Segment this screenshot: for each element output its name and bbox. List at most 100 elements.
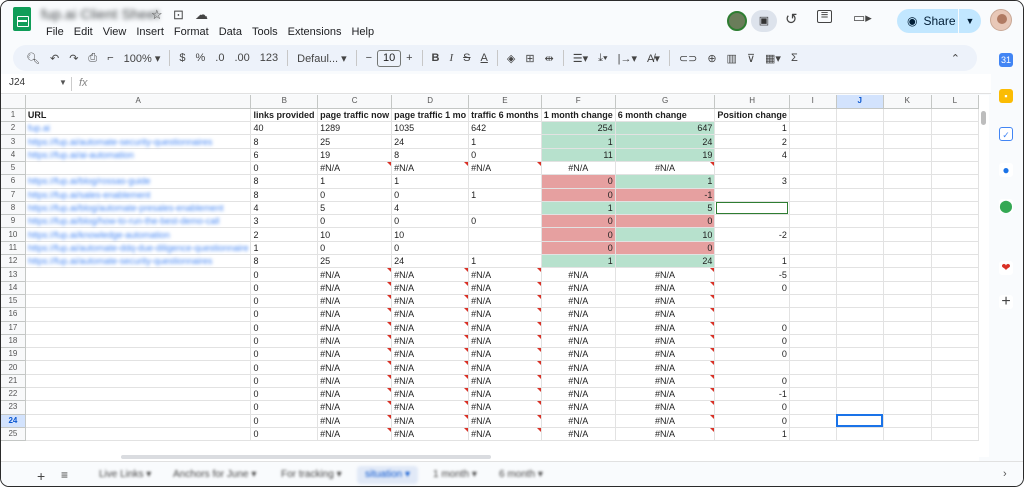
cell-l17[interactable] bbox=[931, 321, 979, 335]
cell-j20[interactable] bbox=[836, 360, 884, 375]
cell-f25[interactable]: #N/A bbox=[541, 427, 616, 442]
cell-l10[interactable] bbox=[931, 227, 979, 242]
row-header[interactable]: 7 bbox=[1, 188, 26, 202]
cell-l3[interactable] bbox=[931, 134, 979, 149]
cell-d9[interactable]: 0 bbox=[391, 214, 470, 229]
cell-e9[interactable]: 0 bbox=[468, 214, 542, 229]
column-header-f[interactable]: F bbox=[541, 95, 616, 109]
merge-cells-icon[interactable]: ⇹ bbox=[540, 52, 559, 65]
cell-h4[interactable]: 4 bbox=[714, 148, 790, 162]
cell-h21[interactable]: 0 bbox=[714, 374, 790, 389]
cell-c7[interactable]: 0 bbox=[317, 188, 393, 202]
horizontal-scrollbar[interactable] bbox=[1, 453, 979, 461]
cell-b18[interactable]: 0 bbox=[250, 334, 319, 349]
font-size-increase-button[interactable]: + bbox=[401, 52, 417, 64]
menu-edit[interactable]: Edit bbox=[69, 24, 98, 40]
cell-j21[interactable] bbox=[836, 374, 884, 389]
chevron-down-icon[interactable]: ▾ bbox=[402, 469, 410, 480]
row-header[interactable]: 4 bbox=[1, 148, 26, 162]
cell-g3[interactable]: 24 bbox=[615, 134, 716, 149]
cell-e10[interactable] bbox=[468, 227, 542, 242]
cell-f13[interactable]: #N/A bbox=[541, 267, 616, 282]
cell-j16[interactable] bbox=[836, 307, 884, 322]
cell-i24[interactable] bbox=[789, 414, 837, 428]
sheet-tab[interactable]: situation ▾ bbox=[357, 466, 419, 484]
cell-g16[interactable]: #N/A bbox=[615, 307, 716, 322]
cell-d25[interactable]: #N/A bbox=[391, 427, 470, 442]
cell-h23[interactable]: 0 bbox=[714, 400, 790, 415]
cell-k18[interactable] bbox=[883, 334, 932, 349]
cell-f8[interactable]: 1 bbox=[541, 201, 616, 216]
cell-l24[interactable] bbox=[931, 414, 979, 428]
cell-c5[interactable]: #N/A bbox=[317, 161, 393, 176]
row-header[interactable]: 22 bbox=[1, 387, 26, 402]
row-header[interactable]: 5 bbox=[1, 161, 26, 176]
cell-e7[interactable]: 1 bbox=[468, 188, 542, 202]
sheet-tab[interactable]: For tracking ▾ bbox=[273, 466, 350, 484]
row-header[interactable]: 10 bbox=[1, 227, 26, 242]
cell-l7[interactable] bbox=[931, 188, 979, 202]
star-icon[interactable]: ☆ bbox=[151, 7, 163, 23]
column-header-c[interactable]: C bbox=[317, 95, 393, 109]
cell-d4[interactable]: 8 bbox=[391, 148, 470, 162]
cell-b16[interactable]: 0 bbox=[250, 307, 319, 322]
cell-a19[interactable] bbox=[25, 347, 252, 362]
cell-d2[interactable]: 1035 bbox=[391, 121, 470, 136]
cell-j11[interactable] bbox=[836, 241, 884, 256]
cell-b24[interactable]: 0 bbox=[250, 414, 319, 428]
cell-e22[interactable]: #N/A bbox=[468, 387, 542, 402]
cell-j14[interactable] bbox=[836, 281, 884, 295]
cell-b23[interactable]: 0 bbox=[250, 400, 319, 415]
cell-j24[interactable] bbox=[836, 414, 884, 428]
cell-g6[interactable]: 1 bbox=[615, 174, 716, 189]
cell-f18[interactable]: #N/A bbox=[541, 334, 616, 349]
cell-k16[interactable] bbox=[883, 307, 932, 322]
cell-d14[interactable]: #N/A bbox=[391, 281, 470, 295]
collapse-toolbar-icon[interactable]: ⌃ bbox=[946, 52, 965, 65]
cell-a14[interactable] bbox=[25, 281, 252, 295]
cell-a3[interactable]: https://fup.ai/automate-security-questio… bbox=[25, 134, 252, 149]
cell-g10[interactable]: 10 bbox=[615, 227, 716, 242]
cell-j22[interactable] bbox=[836, 387, 884, 402]
cell-c1[interactable]: page traffic now bbox=[317, 108, 393, 123]
cell-k10[interactable] bbox=[883, 227, 932, 242]
cell-l1[interactable] bbox=[931, 108, 979, 123]
row-header[interactable]: 2 bbox=[1, 121, 26, 136]
fill-color-icon[interactable]: ◈ bbox=[502, 52, 520, 65]
cell-b10[interactable]: 2 bbox=[250, 227, 319, 242]
cell-h17[interactable]: 0 bbox=[714, 321, 790, 335]
row-header[interactable]: 21 bbox=[1, 374, 26, 389]
cell-k3[interactable] bbox=[883, 134, 932, 149]
cell-d11[interactable]: 0 bbox=[391, 241, 470, 256]
cell-i11[interactable] bbox=[789, 241, 837, 256]
cell-h24[interactable]: 0 bbox=[714, 414, 790, 428]
cell-j18[interactable] bbox=[836, 334, 884, 349]
decrease-decimal-button[interactable]: .0 bbox=[210, 52, 229, 64]
cell-b3[interactable]: 8 bbox=[250, 134, 319, 149]
cell-g18[interactable]: #N/A bbox=[615, 334, 716, 349]
cell-k12[interactable] bbox=[883, 254, 932, 269]
row-header[interactable]: 20 bbox=[1, 360, 26, 375]
cell-d21[interactable]: #N/A bbox=[391, 374, 470, 389]
column-header-g[interactable]: G bbox=[615, 95, 716, 109]
borders-icon[interactable]: ⊞ bbox=[520, 52, 539, 65]
bold-button[interactable]: B bbox=[427, 52, 445, 64]
cell-c10[interactable]: 10 bbox=[317, 227, 393, 242]
cell-j7[interactable] bbox=[836, 188, 884, 202]
cell-b20[interactable]: 0 bbox=[250, 360, 319, 375]
cell-i7[interactable] bbox=[789, 188, 837, 202]
cell-b17[interactable]: 0 bbox=[250, 321, 319, 335]
cell-b19[interactable]: 0 bbox=[250, 347, 319, 362]
menu-extensions[interactable]: Extensions bbox=[283, 24, 347, 40]
more-formats-button[interactable]: 123 bbox=[255, 52, 283, 64]
cell-k9[interactable] bbox=[883, 214, 932, 229]
cell-f19[interactable]: #N/A bbox=[541, 347, 616, 362]
row-header[interactable]: 13 bbox=[1, 267, 26, 282]
addon-icon[interactable]: ❤ bbox=[999, 261, 1013, 275]
chevron-down-icon[interactable]: ▾ bbox=[535, 469, 543, 480]
cell-j12[interactable] bbox=[836, 254, 884, 269]
cell-f1[interactable]: 1 month change bbox=[541, 108, 616, 123]
cell-j17[interactable] bbox=[836, 321, 884, 335]
cell-e12[interactable]: 1 bbox=[468, 254, 542, 269]
cell-h3[interactable]: 2 bbox=[714, 134, 790, 149]
